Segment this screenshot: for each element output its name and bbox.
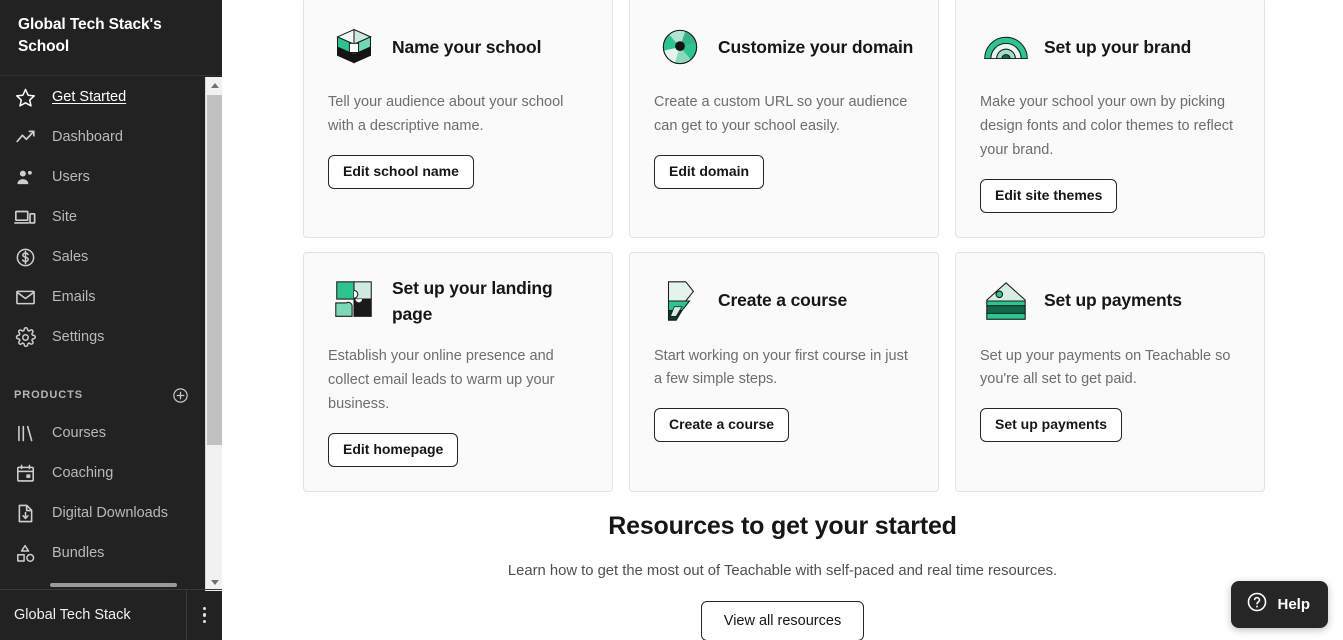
sidebar-item-get-started[interactable]: Get Started [0,77,205,117]
question-circle-icon [1246,591,1268,618]
edit-school-name-button[interactable]: Edit school name [328,155,474,189]
sidebar-item-courses[interactable]: Courses [0,413,205,453]
sidebar-item-settings[interactable]: Settings [0,317,205,357]
sidebar-item-label: Sales [52,249,88,265]
onboarding-cards-grid: Name your school Tell your audience abou… [303,0,1265,492]
resources-subtitle: Learn how to get the most out of Teachab… [222,563,1343,579]
card-set-up-your-brand: Set up your brand Make your school your … [955,0,1265,238]
envelope-icon [14,286,36,308]
sidebar-item-label: Dashboard [52,129,123,145]
sidebar-item-label: Coaching [52,465,113,481]
chart-line-icon [14,126,36,148]
card-description: Tell your audience about your school wit… [328,91,588,139]
school-header: Global Tech Stack's School [0,0,222,76]
sidebar-item-label: Settings [52,329,104,345]
edit-domain-button[interactable]: Edit domain [654,155,764,189]
sidebar-item-emails[interactable]: Emails [0,277,205,317]
scroll-up-arrow-icon[interactable] [206,77,223,94]
sidebar-item-label: Users [52,169,90,185]
sidebar-item-label: Courses [52,425,106,441]
card-header: Set up payments [980,275,1240,327]
flag-icon [654,275,706,327]
card-set-up-payments: Set up payments Set up your payments on … [955,252,1265,492]
price-tag-icon [980,275,1032,327]
sidebar-nav-scroll-area: Get Started Dashboard Users Site [0,77,222,591]
card-header: Set up your landing page [328,275,588,328]
sidebar-item-label: Bundles [52,545,104,561]
file-download-icon [14,502,36,524]
sidebar-nav-list: Get Started Dashboard Users Site [0,77,205,573]
sidebar-item-dashboard[interactable]: Dashboard [0,117,205,157]
products-heading: PRODUCTS [14,389,172,401]
kebab-menu-icon[interactable] [186,590,222,640]
school-title: Global Tech Stack's School [18,14,204,58]
card-title: Name your school [392,34,541,60]
set-up-payments-button[interactable]: Set up payments [980,408,1122,442]
shapes-icon [14,542,36,564]
rainbow-icon [980,21,1032,73]
card-customize-your-domain: Customize your domain Create a custom UR… [629,0,939,238]
card-description: Establish your online presence and colle… [328,345,588,417]
dollar-circle-icon [14,246,36,268]
card-title: Set up your landing page [392,275,588,328]
create-a-course-button[interactable]: Create a course [654,408,789,442]
sidebar-item-site[interactable]: Site [0,197,205,237]
sidebar-item-label: Digital Downloads [52,505,168,521]
card-header: Name your school [328,21,588,73]
sidebar-item-label: Site [52,209,77,225]
edit-site-themes-button[interactable]: Edit site themes [980,179,1117,213]
card-title: Set up your brand [1044,34,1191,60]
sidebar-item-label: Emails [52,289,96,305]
card-description: Set up your payments on Teachable so you… [980,345,1240,393]
card-set-up-your-landing-page: Set up your landing page Establish your … [303,252,613,492]
card-title: Set up payments [1044,287,1182,313]
puzzle-icon [328,275,380,327]
users-icon [14,166,36,188]
sidebar-item-users[interactable]: Users [0,157,205,197]
card-header: Set up your brand [980,21,1240,73]
sidebar-horizontal-scrollbar[interactable] [0,581,205,589]
devices-icon [14,206,36,228]
edit-homepage-button[interactable]: Edit homepage [328,433,458,467]
help-button[interactable]: Help [1231,581,1328,628]
sidebar-item-digital-downloads[interactable]: Digital Downloads [0,493,205,533]
card-title: Create a course [718,287,847,313]
card-description: Create a custom URL so your audience can… [654,91,914,139]
card-header: Customize your domain [654,21,914,73]
scrollbar-thumb-horizontal[interactable] [50,583,177,587]
gear-icon [14,326,36,348]
sidebar: Global Tech Stack's School Get Started D… [0,0,222,640]
card-description: Make your school your own by picking des… [980,91,1240,163]
help-label: Help [1277,596,1310,613]
sidebar-item-label: Get Started [52,89,126,105]
scrollbar-thumb[interactable] [207,95,222,445]
card-header: Create a course [654,275,914,327]
star-icon [14,86,36,108]
resources-heading: Resources to get your started [222,512,1343,541]
sidebar-footer: Global Tech Stack [0,589,222,640]
card-description: Start working on your first course in ju… [654,345,914,393]
aperture-icon [654,21,706,73]
view-all-resources-button[interactable]: View all resources [701,601,864,640]
card-name-your-school: Name your school Tell your audience abou… [303,0,613,238]
cube-icon [328,21,380,73]
products-section-header: PRODUCTS [0,377,205,413]
sidebar-item-coaching[interactable]: Coaching [0,453,205,493]
resources-section: Resources to get your started Learn how … [222,512,1343,640]
account-name[interactable]: Global Tech Stack [0,607,186,623]
plus-circle-icon[interactable] [172,387,189,404]
card-create-a-course: Create a course Start working on your fi… [629,252,939,492]
main-content: Name your school Tell your audience abou… [222,0,1343,640]
sidebar-item-sales[interactable]: Sales [0,237,205,277]
books-icon [14,422,36,444]
sidebar-item-bundles[interactable]: Bundles [0,533,205,573]
card-title: Customize your domain [718,34,913,60]
calendar-icon [14,462,36,484]
sidebar-vertical-scrollbar[interactable] [205,77,222,591]
